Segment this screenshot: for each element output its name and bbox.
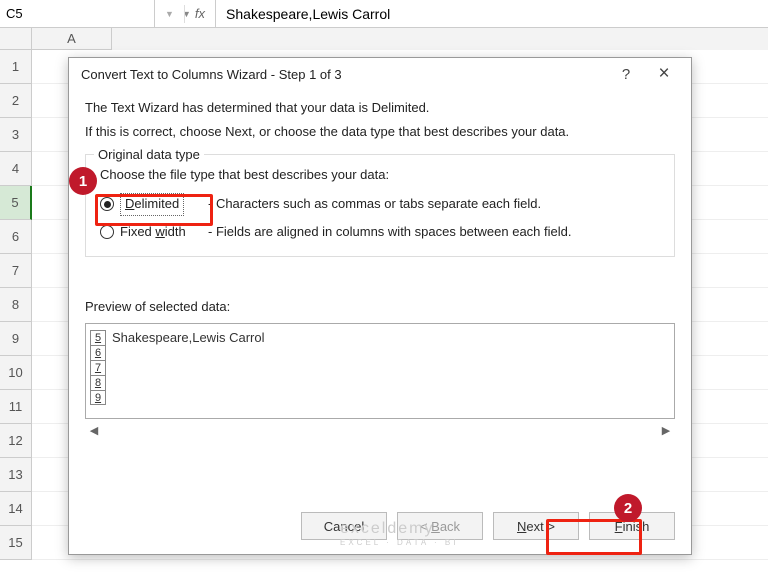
row-header[interactable]: 13 bbox=[0, 458, 32, 492]
scroll-left-icon[interactable]: ◀ bbox=[85, 423, 103, 440]
annotation-badge-1: 1 bbox=[69, 167, 97, 195]
separator bbox=[184, 5, 185, 23]
scroll-right-icon[interactable]: ▶ bbox=[657, 423, 675, 440]
annotation-badge-2: 2 bbox=[614, 494, 642, 522]
row-header[interactable]: 8 bbox=[0, 288, 32, 322]
row-header-selected[interactable]: 5 bbox=[0, 186, 32, 220]
radio-fixed-row[interactable]: Fixed width - Fields are aligned in colu… bbox=[100, 222, 660, 242]
fx-controls: ▼ fx bbox=[155, 0, 216, 27]
radio-delimited-row[interactable]: Delimited - Characters such as commas or… bbox=[100, 193, 660, 215]
preview-rownum: 6 bbox=[90, 345, 106, 360]
intro-text: The Text Wizard has determined that your… bbox=[85, 98, 675, 146]
row-header[interactable]: 1 bbox=[0, 50, 32, 84]
row-header[interactable]: 14 bbox=[0, 492, 32, 526]
original-data-type-group: Original data type Choose the file type … bbox=[85, 154, 675, 256]
row-header[interactable]: 15 bbox=[0, 526, 32, 560]
radio-fixed-desc: - Fields are aligned in columns with spa… bbox=[208, 222, 571, 242]
name-box-wrap[interactable]: ▼ bbox=[0, 0, 155, 27]
preview-rownum: 8 bbox=[90, 375, 106, 390]
row-header[interactable]: 2 bbox=[0, 84, 32, 118]
dialog-title: Convert Text to Columns Wizard - Step 1 … bbox=[81, 67, 607, 82]
preview-rownum: 7 bbox=[90, 360, 106, 375]
formula-input[interactable]: Shakespeare,Lewis Carrol bbox=[216, 6, 768, 22]
help-button[interactable]: ? bbox=[607, 60, 645, 88]
group-prompt: Choose the file type that best describes… bbox=[100, 165, 660, 185]
select-all-corner[interactable] bbox=[0, 28, 32, 50]
next-button[interactable]: Next > bbox=[493, 512, 579, 540]
row-header[interactable]: 6 bbox=[0, 220, 32, 254]
radio-delimited-label: Delimited bbox=[120, 193, 184, 215]
formula-bar: ▼ ▼ fx Shakespeare,Lewis Carrol bbox=[0, 0, 768, 28]
preview-box: 5 6 7 8 9 Shakespeare,Lewis Carrol bbox=[85, 323, 675, 419]
radio-delimited-desc: - Characters such as commas or tabs sepa… bbox=[208, 194, 541, 214]
preview-scrollbar[interactable]: ◀ ▶ bbox=[85, 423, 675, 441]
preview-rownums: 5 6 7 8 9 bbox=[90, 330, 106, 412]
preview-content: Shakespeare,Lewis Carrol bbox=[112, 330, 264, 412]
dropdown-icon[interactable]: ▼ bbox=[165, 9, 174, 19]
row-header[interactable]: 12 bbox=[0, 424, 32, 458]
column-header[interactable]: A bbox=[32, 28, 112, 50]
intro-line-1: The Text Wizard has determined that your… bbox=[85, 98, 675, 118]
row-header[interactable]: 11 bbox=[0, 390, 32, 424]
row-header[interactable]: 10 bbox=[0, 356, 32, 390]
fx-icon[interactable]: fx bbox=[195, 6, 205, 21]
intro-line-2: If this is correct, choose Next, or choo… bbox=[85, 122, 675, 142]
group-legend: Original data type bbox=[94, 145, 204, 165]
radio-icon[interactable] bbox=[100, 225, 114, 239]
column-headers: A bbox=[0, 28, 768, 50]
row-header[interactable]: 7 bbox=[0, 254, 32, 288]
radio-icon[interactable] bbox=[100, 197, 114, 211]
close-icon[interactable]: × bbox=[645, 60, 683, 88]
dialog-body: The Text Wizard has determined that your… bbox=[69, 90, 691, 504]
preview-label: Preview of selected data: bbox=[85, 297, 675, 317]
dialog-titlebar[interactable]: Convert Text to Columns Wizard - Step 1 … bbox=[69, 58, 691, 90]
row-header[interactable]: 9 bbox=[0, 322, 32, 356]
preview-rownum: 5 bbox=[90, 330, 106, 345]
radio-fixed-label: Fixed width bbox=[120, 222, 186, 242]
text-to-columns-wizard-dialog: Convert Text to Columns Wizard - Step 1 … bbox=[68, 57, 692, 555]
row-header[interactable]: 4 bbox=[0, 152, 32, 186]
preview-rownum: 9 bbox=[90, 390, 106, 405]
row-header[interactable]: 3 bbox=[0, 118, 32, 152]
dialog-buttons: Cancel < Back Next > Finish bbox=[69, 504, 691, 554]
cancel-button[interactable]: Cancel bbox=[301, 512, 387, 540]
back-button: < Back bbox=[397, 512, 483, 540]
